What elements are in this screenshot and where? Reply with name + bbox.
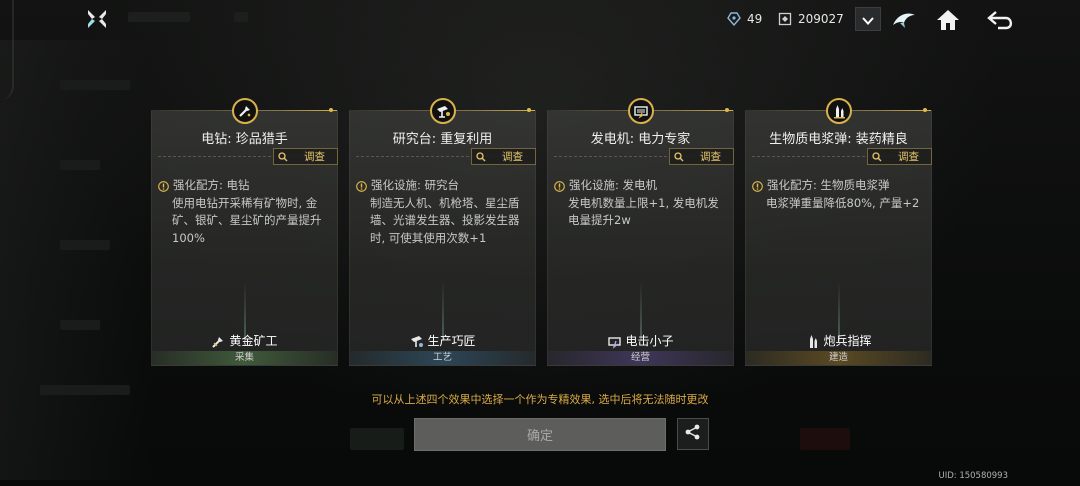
role-name: 生产巧匠	[427, 334, 476, 348]
card-description: 强化配方: 电钻 使用电钻开采稀有矿物时, 金矿、银矿、星尘矿的产量提升100%	[158, 177, 331, 247]
home-icon[interactable]	[934, 6, 962, 34]
desc-head: 强化配方: 生物质电浆弹	[767, 178, 890, 192]
role-label: 电击小子	[548, 332, 733, 349]
workbench-icon	[409, 333, 425, 349]
desc-body: 发电机数量上限+1, 发电机发电量提升2w	[568, 195, 719, 228]
role-name: 黄金矿工	[229, 334, 278, 348]
shell-badge-icon	[825, 98, 852, 124]
desc-body: 使用电钻开采稀有矿物时, 金矿、银矿、星尘矿的产量提升100%	[172, 195, 322, 245]
investigate-label: 调查	[898, 151, 919, 163]
investigate-button[interactable]: 调查	[669, 148, 734, 165]
desc-body: 电浆弹重量降低80%, 产量+2	[766, 195, 920, 210]
gem-icon	[727, 12, 741, 27]
investigate-button[interactable]: 调查	[867, 148, 932, 165]
investigate-label: 调查	[700, 151, 721, 163]
resource-credits-value: 209027	[798, 12, 844, 26]
specialty-card-drill[interactable]: 电钻: 珍品猎手 调查 强化配方: 电钻 使用电钻开采稀有矿物时, 金矿、银矿、…	[151, 98, 338, 366]
magnifier-icon	[476, 151, 486, 162]
workbench-badge-icon	[429, 98, 456, 124]
resource-gems-value: 49	[747, 12, 763, 26]
background-ghost	[350, 428, 404, 450]
info-icon	[554, 180, 565, 193]
magnifier-icon	[674, 151, 684, 162]
magnifier-icon	[872, 151, 882, 162]
tab-ghost	[234, 12, 248, 22]
specialty-card-generator[interactable]: 发电机: 电力专家 调查 强化设施: 发电机 发电机数量上限+1, 发电机发电量…	[547, 98, 734, 366]
back-icon[interactable]	[984, 6, 1018, 34]
tab-ghost	[128, 12, 190, 22]
role-name: 电击小子	[625, 334, 674, 348]
crate-icon	[778, 12, 792, 26]
desc-body: 制造无人机、机枪塔、星尘盾墙、光谱发生器、投影发生器时, 可使其使用次数+1	[370, 195, 520, 245]
info-icon	[356, 180, 367, 193]
chevron-down-icon	[862, 10, 874, 29]
card-title: 研究台: 重复利用	[392, 132, 493, 147]
shell-icon	[805, 333, 821, 349]
card-description: 强化设施: 发电机 发电机数量上限+1, 发电机发电量提升2w	[554, 177, 727, 230]
share-button[interactable]	[677, 418, 709, 450]
specialty-card-workbench[interactable]: 研究台: 重复利用 调查 强化设施: 研究台 制造无人机、机枪塔、星尘盾墙、光谱…	[349, 98, 536, 366]
card-description: 强化配方: 生物质电浆弹 电浆弹重量降低80%, 产量+2	[752, 177, 925, 212]
role-name: 炮兵指挥	[823, 334, 872, 348]
drill-badge-icon	[231, 98, 258, 124]
drill-icon	[211, 333, 227, 349]
dropdown-button[interactable]	[855, 7, 881, 31]
investigate-label: 调查	[304, 151, 325, 163]
investigate-label: 调查	[502, 151, 523, 163]
generator-icon	[607, 333, 623, 349]
desc-head: 强化设施: 发电机	[569, 178, 658, 192]
role-label: 黄金矿工	[152, 332, 337, 349]
resource-credits: 209027	[778, 12, 844, 26]
confirm-button[interactable]: 确定	[414, 418, 666, 451]
specialty-card-plasma[interactable]: 生物质电浆弹: 装药精良 调查 强化配方: 生物质电浆弹 电浆弹重量降低80%,…	[745, 98, 932, 366]
category-bar: 工艺	[350, 351, 535, 365]
background-ghost	[800, 428, 850, 450]
info-icon	[752, 180, 763, 193]
role-label: 炮兵指挥	[746, 332, 931, 349]
top-bar: 49 209027	[0, 0, 1080, 40]
user-id: UID: 150580993	[938, 471, 1008, 481]
card-description: 强化设施: 研究台 制造无人机、机枪塔、星尘盾墙、光谱发生器、投影发生器时, 可…	[356, 177, 529, 247]
card-title: 发电机: 电力专家	[590, 132, 691, 147]
card-title: 电钻: 珍品猎手	[201, 132, 288, 147]
generator-badge-icon	[627, 98, 654, 124]
category-bar: 采集	[152, 351, 337, 365]
magnifier-icon	[278, 151, 288, 162]
role-label: 生产巧匠	[350, 332, 535, 349]
shark-icon[interactable]	[890, 6, 918, 34]
category-bar: 经营	[548, 351, 733, 365]
desc-head: 强化配方: 电钻	[173, 178, 250, 192]
background-left-panel	[0, 40, 150, 480]
selection-notice: 可以从上述四个效果中选择一个作为专精效果, 选中后将无法随时更改	[371, 393, 709, 406]
card-title: 生物质电浆弹: 装药精良	[769, 132, 908, 147]
resource-gems: 49	[727, 12, 763, 27]
category-bar: 建造	[746, 351, 931, 365]
info-icon	[158, 180, 169, 193]
logo-icon[interactable]	[86, 8, 108, 30]
share-icon	[684, 423, 702, 445]
investigate-button[interactable]: 调查	[273, 148, 338, 165]
desc-head: 强化设施: 研究台	[371, 178, 460, 192]
investigate-button[interactable]: 调查	[471, 148, 536, 165]
